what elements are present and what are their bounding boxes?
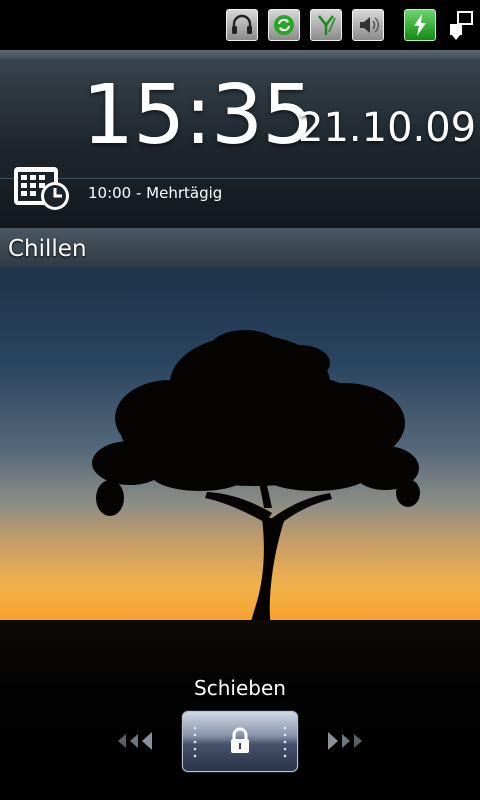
grip-icon [193, 726, 197, 758]
calendar-clock-icon[interactable] [12, 163, 74, 213]
battery-charging-icon[interactable] [404, 9, 436, 41]
unlock-slider-handle[interactable] [182, 711, 298, 772]
sync-icon[interactable] [268, 9, 300, 41]
right-arrows-icon [328, 732, 362, 750]
clock-date: 21.10.09 [298, 105, 477, 151]
headphones-icon[interactable] [226, 9, 258, 41]
left-arrows-icon [118, 732, 152, 750]
signal-icon[interactable] [310, 9, 342, 41]
status-bar [0, 0, 480, 50]
grip-icon [283, 726, 287, 758]
unlock-label: Schieben [194, 676, 286, 700]
clock-time: 15:35 [82, 68, 314, 163]
lock-icon [231, 727, 249, 753]
ground-silhouette [0, 620, 480, 800]
header-highlight [0, 50, 480, 62]
connection-icon[interactable] [446, 9, 478, 41]
speaker-icon[interactable] [352, 9, 384, 41]
profile-name[interactable]: Chillen [8, 236, 87, 262]
appointment-text[interactable]: 10:00 - Mehrtägig [88, 184, 222, 202]
